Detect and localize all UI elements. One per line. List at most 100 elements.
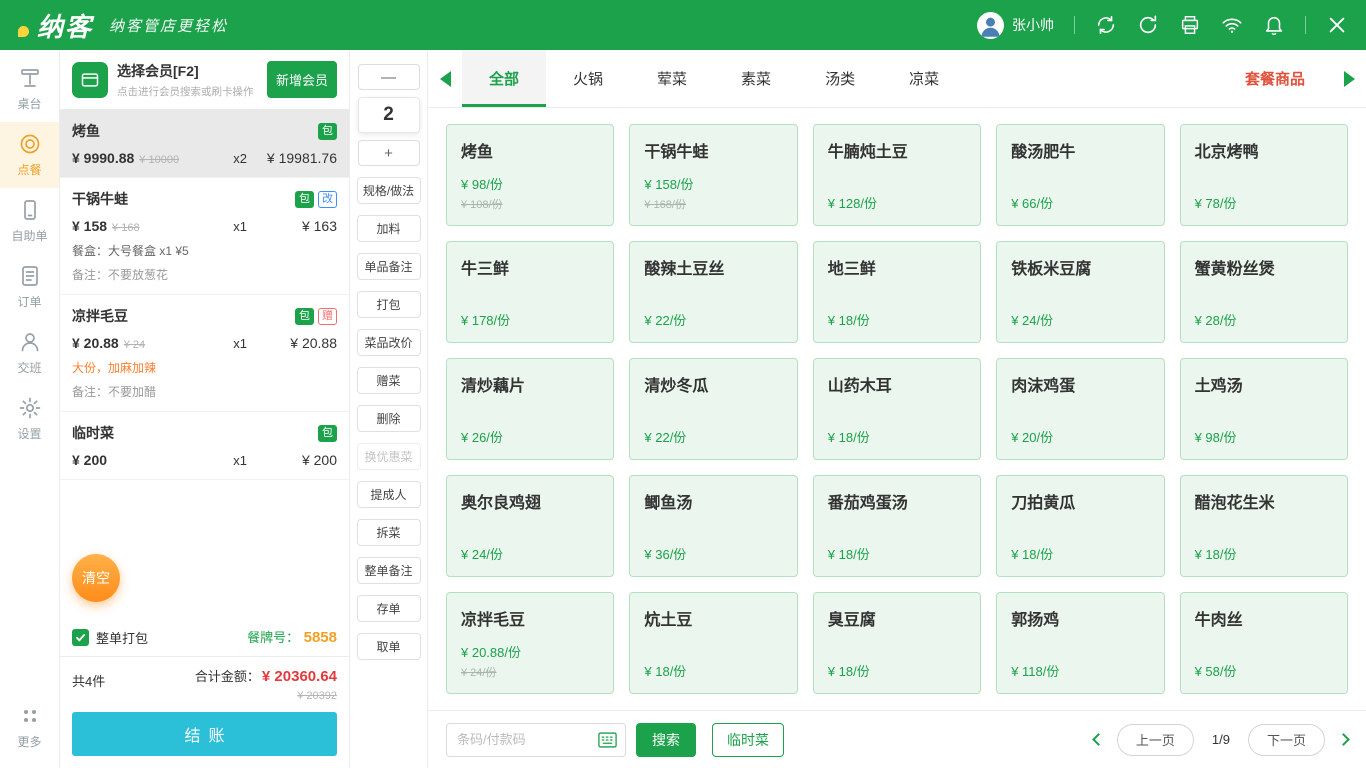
tool-button[interactable]: 菜品改价	[357, 329, 421, 356]
menu-item-card[interactable]: 凉拌毛豆 ¥ 20.88/份 ¥ 24/份	[446, 592, 614, 694]
menu-item-card[interactable]: 醋泡花生米 ¥ 18/份	[1180, 475, 1348, 577]
category-tab[interactable]: 素菜	[714, 50, 798, 107]
dish-price: ¥ 18/份	[828, 661, 966, 680]
cart-item[interactable]: 烤鱼 包 ¥ 9990.88 ¥ 10000 x2 ¥ 19981.76	[60, 110, 349, 178]
cart-item[interactable]: 干锅牛蛙 包 改 ¥ 158 ¥ 168 x1 ¥ 163 餐盒：大号餐盒 x1…	[60, 178, 349, 295]
user-menu[interactable]: 张小帅	[977, 12, 1054, 39]
category-tab[interactable]: 汤类	[798, 50, 882, 107]
menu-item-card[interactable]: 牛三鲜 ¥ 178/份	[446, 241, 614, 343]
qty-plus-button[interactable]: +	[358, 140, 420, 166]
menu-item-card[interactable]: 番茄鸡蛋汤 ¥ 18/份	[813, 475, 981, 577]
page-indicator: 1/9	[1212, 732, 1230, 747]
brand-logo: 纳客	[18, 7, 93, 44]
sidebar-item-settings[interactable]: 设置	[0, 386, 59, 452]
menu-item-card[interactable]: 刀拍黄瓜 ¥ 18/份	[996, 475, 1164, 577]
menu-item-card[interactable]: 肉沫鸡蛋 ¥ 20/份	[996, 358, 1164, 460]
tool-button[interactable]: 拆菜	[357, 519, 421, 546]
search-button[interactable]: 搜索	[636, 723, 696, 757]
modified-badge: 改	[318, 191, 337, 208]
category-tab[interactable]: 火锅	[546, 50, 630, 107]
pack-checkbox[interactable]	[72, 629, 89, 646]
brand-name: 纳客	[37, 7, 93, 44]
clear-cart-button[interactable]: 清空	[72, 554, 120, 602]
tabs-scroll-left[interactable]	[428, 50, 462, 107]
menu-item-card[interactable]: 地三鲜 ¥ 18/份	[813, 241, 981, 343]
sidebar-item-order[interactable]: 点餐	[0, 122, 59, 188]
tool-button[interactable]: 打包	[357, 291, 421, 318]
menu-item-card[interactable]: 牛肉丝 ¥ 58/份	[1180, 592, 1348, 694]
menu-item-card[interactable]: 炕土豆 ¥ 18/份	[629, 592, 797, 694]
bell-icon[interactable]	[1263, 14, 1285, 36]
prev-page-button[interactable]: 上一页	[1117, 724, 1194, 756]
printer-icon[interactable]	[1179, 14, 1201, 36]
dish-price: ¥ 66/份	[1011, 193, 1149, 212]
sidebar-item-label: 点餐	[17, 161, 41, 178]
card-number-label: 餐牌号：	[247, 630, 299, 645]
sidebar-item-more[interactable]: 更多	[0, 694, 59, 760]
sidebar-item-tables[interactable]: 桌台	[0, 56, 59, 122]
menu-item-card[interactable]: 铁板米豆腐 ¥ 24/份	[996, 241, 1164, 343]
menu-item-card[interactable]: 郭扬鸡 ¥ 118/份	[996, 592, 1164, 694]
tool-button[interactable]: 存单	[357, 595, 421, 622]
sidebar-item-shift[interactable]: 交班	[0, 320, 59, 386]
combo-products-tab[interactable]: 套餐商品	[1218, 50, 1332, 107]
menu-item-card[interactable]: 土鸡汤 ¥ 98/份	[1180, 358, 1348, 460]
cart-item-total: ¥ 200	[247, 452, 337, 468]
category-tab[interactable]: 全部	[462, 50, 546, 107]
close-icon[interactable]	[1326, 14, 1348, 36]
tabs-scroll-right[interactable]	[1332, 50, 1366, 107]
tool-button[interactable]: 单品备注	[357, 253, 421, 280]
menu-item-card[interactable]: 蟹黄粉丝煲 ¥ 28/份	[1180, 241, 1348, 343]
tool-button[interactable]: 提成人	[357, 481, 421, 508]
menu-grid: 烤鱼 ¥ 98/份 ¥ 108/份 干锅牛蛙 ¥ 158/份 ¥ 168/份	[428, 108, 1366, 710]
qty-minus-button[interactable]: —	[358, 64, 420, 90]
menu-item-card[interactable]: 山药木耳 ¥ 18/份	[813, 358, 981, 460]
cart-item[interactable]: 临时菜 包 ¥ 200 x1 ¥ 200	[60, 412, 349, 480]
menu-item-card[interactable]: 酸辣土豆丝 ¥ 22/份	[629, 241, 797, 343]
table-card-number[interactable]: 餐牌号： 5858	[247, 627, 337, 647]
cart-item[interactable]: 凉拌毛豆 包 赠 ¥ 20.88 ¥ 24 x1 ¥ 20.88 大份，加麻加辣…	[60, 295, 349, 412]
pack-badge: 包	[318, 123, 337, 140]
checkout-button[interactable]: 结账	[72, 712, 337, 756]
menu-item-card[interactable]: 干锅牛蛙 ¥ 158/份 ¥ 168/份	[629, 124, 797, 226]
menu-item-card[interactable]: 北京烤鸭 ¥ 78/份	[1180, 124, 1348, 226]
menu-item-card[interactable]: 酸汤肥牛 ¥ 66/份	[996, 124, 1164, 226]
sidebar-item-self-order[interactable]: 自助单	[0, 188, 59, 254]
dish-name: 牛腩炖土豆	[828, 138, 966, 162]
user-name: 张小帅	[1012, 15, 1054, 35]
category-tab[interactable]: 凉菜	[882, 50, 966, 107]
category-tab[interactable]: 荤菜	[630, 50, 714, 107]
wifi-icon[interactable]	[1221, 14, 1243, 36]
tool-button[interactable]: 加料	[357, 215, 421, 242]
tool-button[interactable]: 赠菜	[357, 367, 421, 394]
add-member-button[interactable]: 新增会员	[267, 61, 337, 98]
sidebar-item-orders[interactable]: 订单	[0, 254, 59, 320]
tool-button[interactable]: 删除	[357, 405, 421, 432]
tool-button[interactable]: 换优惠菜	[357, 443, 421, 470]
refresh-icon[interactable]	[1137, 14, 1159, 36]
dish-price: ¥ 24/份	[1011, 310, 1149, 329]
temp-dish-button[interactable]: 临时菜	[712, 723, 784, 757]
brand-slogan: 纳客管店更轻松	[109, 15, 228, 36]
next-page-button[interactable]: 下一页	[1248, 724, 1325, 756]
menu-item-card[interactable]: 清炒冬瓜 ¥ 22/份	[629, 358, 797, 460]
tool-button[interactable]: 取单	[357, 633, 421, 660]
gift-badge: 赠	[318, 308, 337, 325]
qty-value[interactable]: 2	[358, 97, 420, 133]
menu-item-card[interactable]: 臭豆腐 ¥ 18/份	[813, 592, 981, 694]
keyboard-icon[interactable]	[597, 731, 618, 749]
sync-icon[interactable]	[1095, 14, 1117, 36]
menu-item-card[interactable]: 烤鱼 ¥ 98/份 ¥ 108/份	[446, 124, 614, 226]
tool-button[interactable]: 整单备注	[357, 557, 421, 584]
menu-item-card[interactable]: 牛腩炖土豆 ¥ 128/份	[813, 124, 981, 226]
dish-name: 番茄鸡蛋汤	[828, 489, 966, 513]
menu-item-card[interactable]: 清炒藕片 ¥ 26/份	[446, 358, 614, 460]
member-select[interactable]: 选择会员[F2] 点击进行会员搜索或刷卡操作	[117, 61, 254, 99]
pack-badge: 包	[295, 191, 314, 208]
sidebar-item-label: 设置	[17, 425, 41, 442]
tool-button[interactable]: 规格/做法	[357, 177, 421, 204]
menu-item-card[interactable]: 鲫鱼汤 ¥ 36/份	[629, 475, 797, 577]
menu-item-card[interactable]: 奥尔良鸡翅 ¥ 24/份	[446, 475, 614, 577]
item-tools-panel: — 2 + 规格/做法 加料 单品备注 打包 菜品改价 赠菜 删除 换优惠菜 提…	[350, 50, 428, 768]
dish-orig-price: ¥ 168/份	[644, 196, 782, 212]
